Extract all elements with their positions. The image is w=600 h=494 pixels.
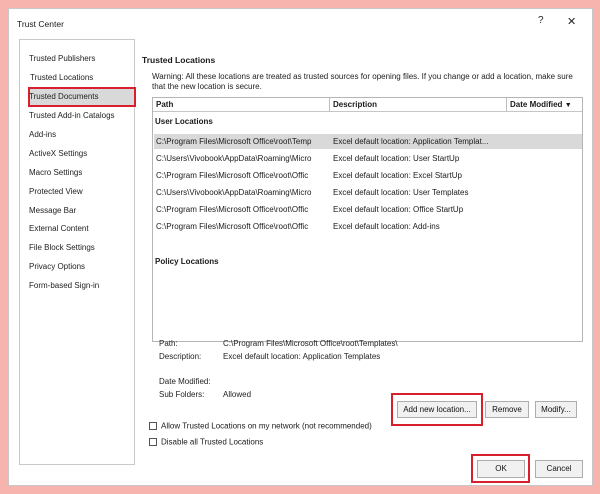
- row-path: C:\Users\Vivobook\AppData\Roaming\Micro: [156, 188, 312, 197]
- sidebar-item-activex-settings[interactable]: ActiveX Settings: [29, 149, 87, 158]
- column-header-path[interactable]: Path: [156, 100, 173, 109]
- detail-path-label: Path:: [159, 339, 178, 348]
- column-header-date-modified-label: Date Modified: [510, 100, 563, 109]
- remove-button[interactable]: Remove: [485, 401, 529, 418]
- detail-description-label: Description:: [159, 352, 202, 361]
- sidebar-item-file-block-settings[interactable]: File Block Settings: [29, 243, 95, 252]
- group-policy-locations: Policy Locations: [155, 257, 219, 266]
- sidebar-item-privacy-options[interactable]: Privacy Options: [29, 262, 85, 271]
- row-path: C:\Program Files\Microsoft Office\root\O…: [156, 205, 309, 214]
- trust-center-dialog: Trust Center ? ✕ Trusted Publishers Trus…: [8, 8, 593, 486]
- column-separator[interactable]: [506, 98, 507, 111]
- warning-text: Warning: All these locations are treated…: [152, 72, 573, 91]
- row-path: C:\Users\Vivobook\AppData\Roaming\Micro: [156, 154, 312, 163]
- detail-subfolders-label: Sub Folders:: [159, 390, 205, 399]
- allow-network-checkbox[interactable]: [149, 421, 157, 430]
- add-new-location-button[interactable]: Add new location...: [397, 401, 477, 418]
- title-bar: Trust Center ? ✕: [9, 9, 592, 37]
- row-description: Excel default location: User Templates: [333, 188, 469, 197]
- help-button[interactable]: ?: [538, 15, 544, 26]
- ok-button[interactable]: OK: [477, 460, 525, 478]
- row-path: C:\Program Files\Microsoft Office\root\O…: [156, 222, 309, 231]
- disable-all-checkbox[interactable]: [149, 437, 157, 446]
- detail-path-value: C:\Program Files\Microsoft Office\root\T…: [223, 339, 398, 348]
- sidebar-item-protected-view[interactable]: Protected View: [29, 187, 83, 196]
- section-heading: Trusted Locations: [142, 55, 216, 65]
- allow-network-checkbox-row[interactable]: Allow Trusted Locations on my network (n…: [149, 421, 372, 430]
- sidebar-item-trusted-locations[interactable]: Trusted Locations: [30, 73, 93, 82]
- row-path: C:\Program Files\Microsoft Office\root\T…: [156, 137, 312, 146]
- table-row[interactable]: C:\Program Files\Microsoft Office\root\O…: [154, 168, 582, 183]
- sort-descending-icon: ▼: [564, 102, 572, 109]
- column-header-date-modified[interactable]: Date Modified ▼: [510, 100, 572, 109]
- disable-all-label: Disable all Trusted Locations: [161, 437, 264, 447]
- sidebar-item-external-content[interactable]: External Content: [29, 224, 89, 233]
- table-row[interactable]: C:\Users\Vivobook\AppData\Roaming\Micro …: [154, 151, 582, 166]
- sidebar-item-addins[interactable]: Add-ins: [29, 130, 56, 139]
- list-header: Path Description Date Modified ▼: [153, 98, 582, 112]
- row-description: Excel default location: Application Temp…: [333, 137, 489, 146]
- row-description: Excel default location: Add-ins: [333, 222, 440, 231]
- close-icon[interactable]: ✕: [567, 15, 576, 28]
- disable-all-checkbox-row[interactable]: Disable all Trusted Locations: [149, 437, 263, 446]
- table-row[interactable]: C:\Program Files\Microsoft Office\root\T…: [154, 134, 582, 149]
- table-row[interactable]: C:\Program Files\Microsoft Office\root\O…: [154, 219, 582, 234]
- cancel-button[interactable]: Cancel: [535, 460, 583, 478]
- group-user-locations: User Locations: [155, 117, 213, 126]
- modify-button[interactable]: Modify...: [535, 401, 577, 418]
- column-header-description[interactable]: Description: [333, 100, 377, 109]
- detail-description-value: Excel default location: Application Temp…: [223, 352, 381, 361]
- column-separator[interactable]: [329, 98, 330, 111]
- row-path: C:\Program Files\Microsoft Office\root\O…: [156, 171, 309, 180]
- row-description: Excel default location: Excel StartUp: [333, 171, 462, 180]
- sidebar-nav: Trusted Publishers Trusted Locations Tru…: [19, 39, 136, 465]
- row-description: Excel default location: User StartUp: [333, 154, 460, 163]
- row-description: Excel default location: Office StartUp: [333, 205, 464, 214]
- sidebar-item-trusted-addin-catalogs[interactable]: Trusted Add-in Catalogs: [29, 111, 115, 120]
- trusted-locations-list[interactable]: Path Description Date Modified ▼ User Lo…: [152, 97, 583, 342]
- allow-network-label: Allow Trusted Locations on my network (n…: [161, 421, 372, 431]
- sidebar-item-macro-settings[interactable]: Macro Settings: [29, 168, 82, 177]
- sidebar-item-trusted-documents[interactable]: Trusted Documents: [29, 92, 99, 101]
- table-row[interactable]: C:\Program Files\Microsoft Office\root\O…: [154, 202, 582, 217]
- sidebar-item-message-bar[interactable]: Message Bar: [29, 206, 76, 215]
- sidebar-item-trusted-publishers[interactable]: Trusted Publishers: [29, 54, 95, 63]
- detail-date-modified-label: Date Modified:: [159, 377, 211, 386]
- sidebar-item-form-based-sign-in[interactable]: Form-based Sign-in: [29, 281, 99, 290]
- window-title: Trust Center: [17, 19, 64, 29]
- table-row[interactable]: C:\Users\Vivobook\AppData\Roaming\Micro …: [154, 185, 582, 200]
- detail-subfolders-value: Allowed: [223, 390, 252, 399]
